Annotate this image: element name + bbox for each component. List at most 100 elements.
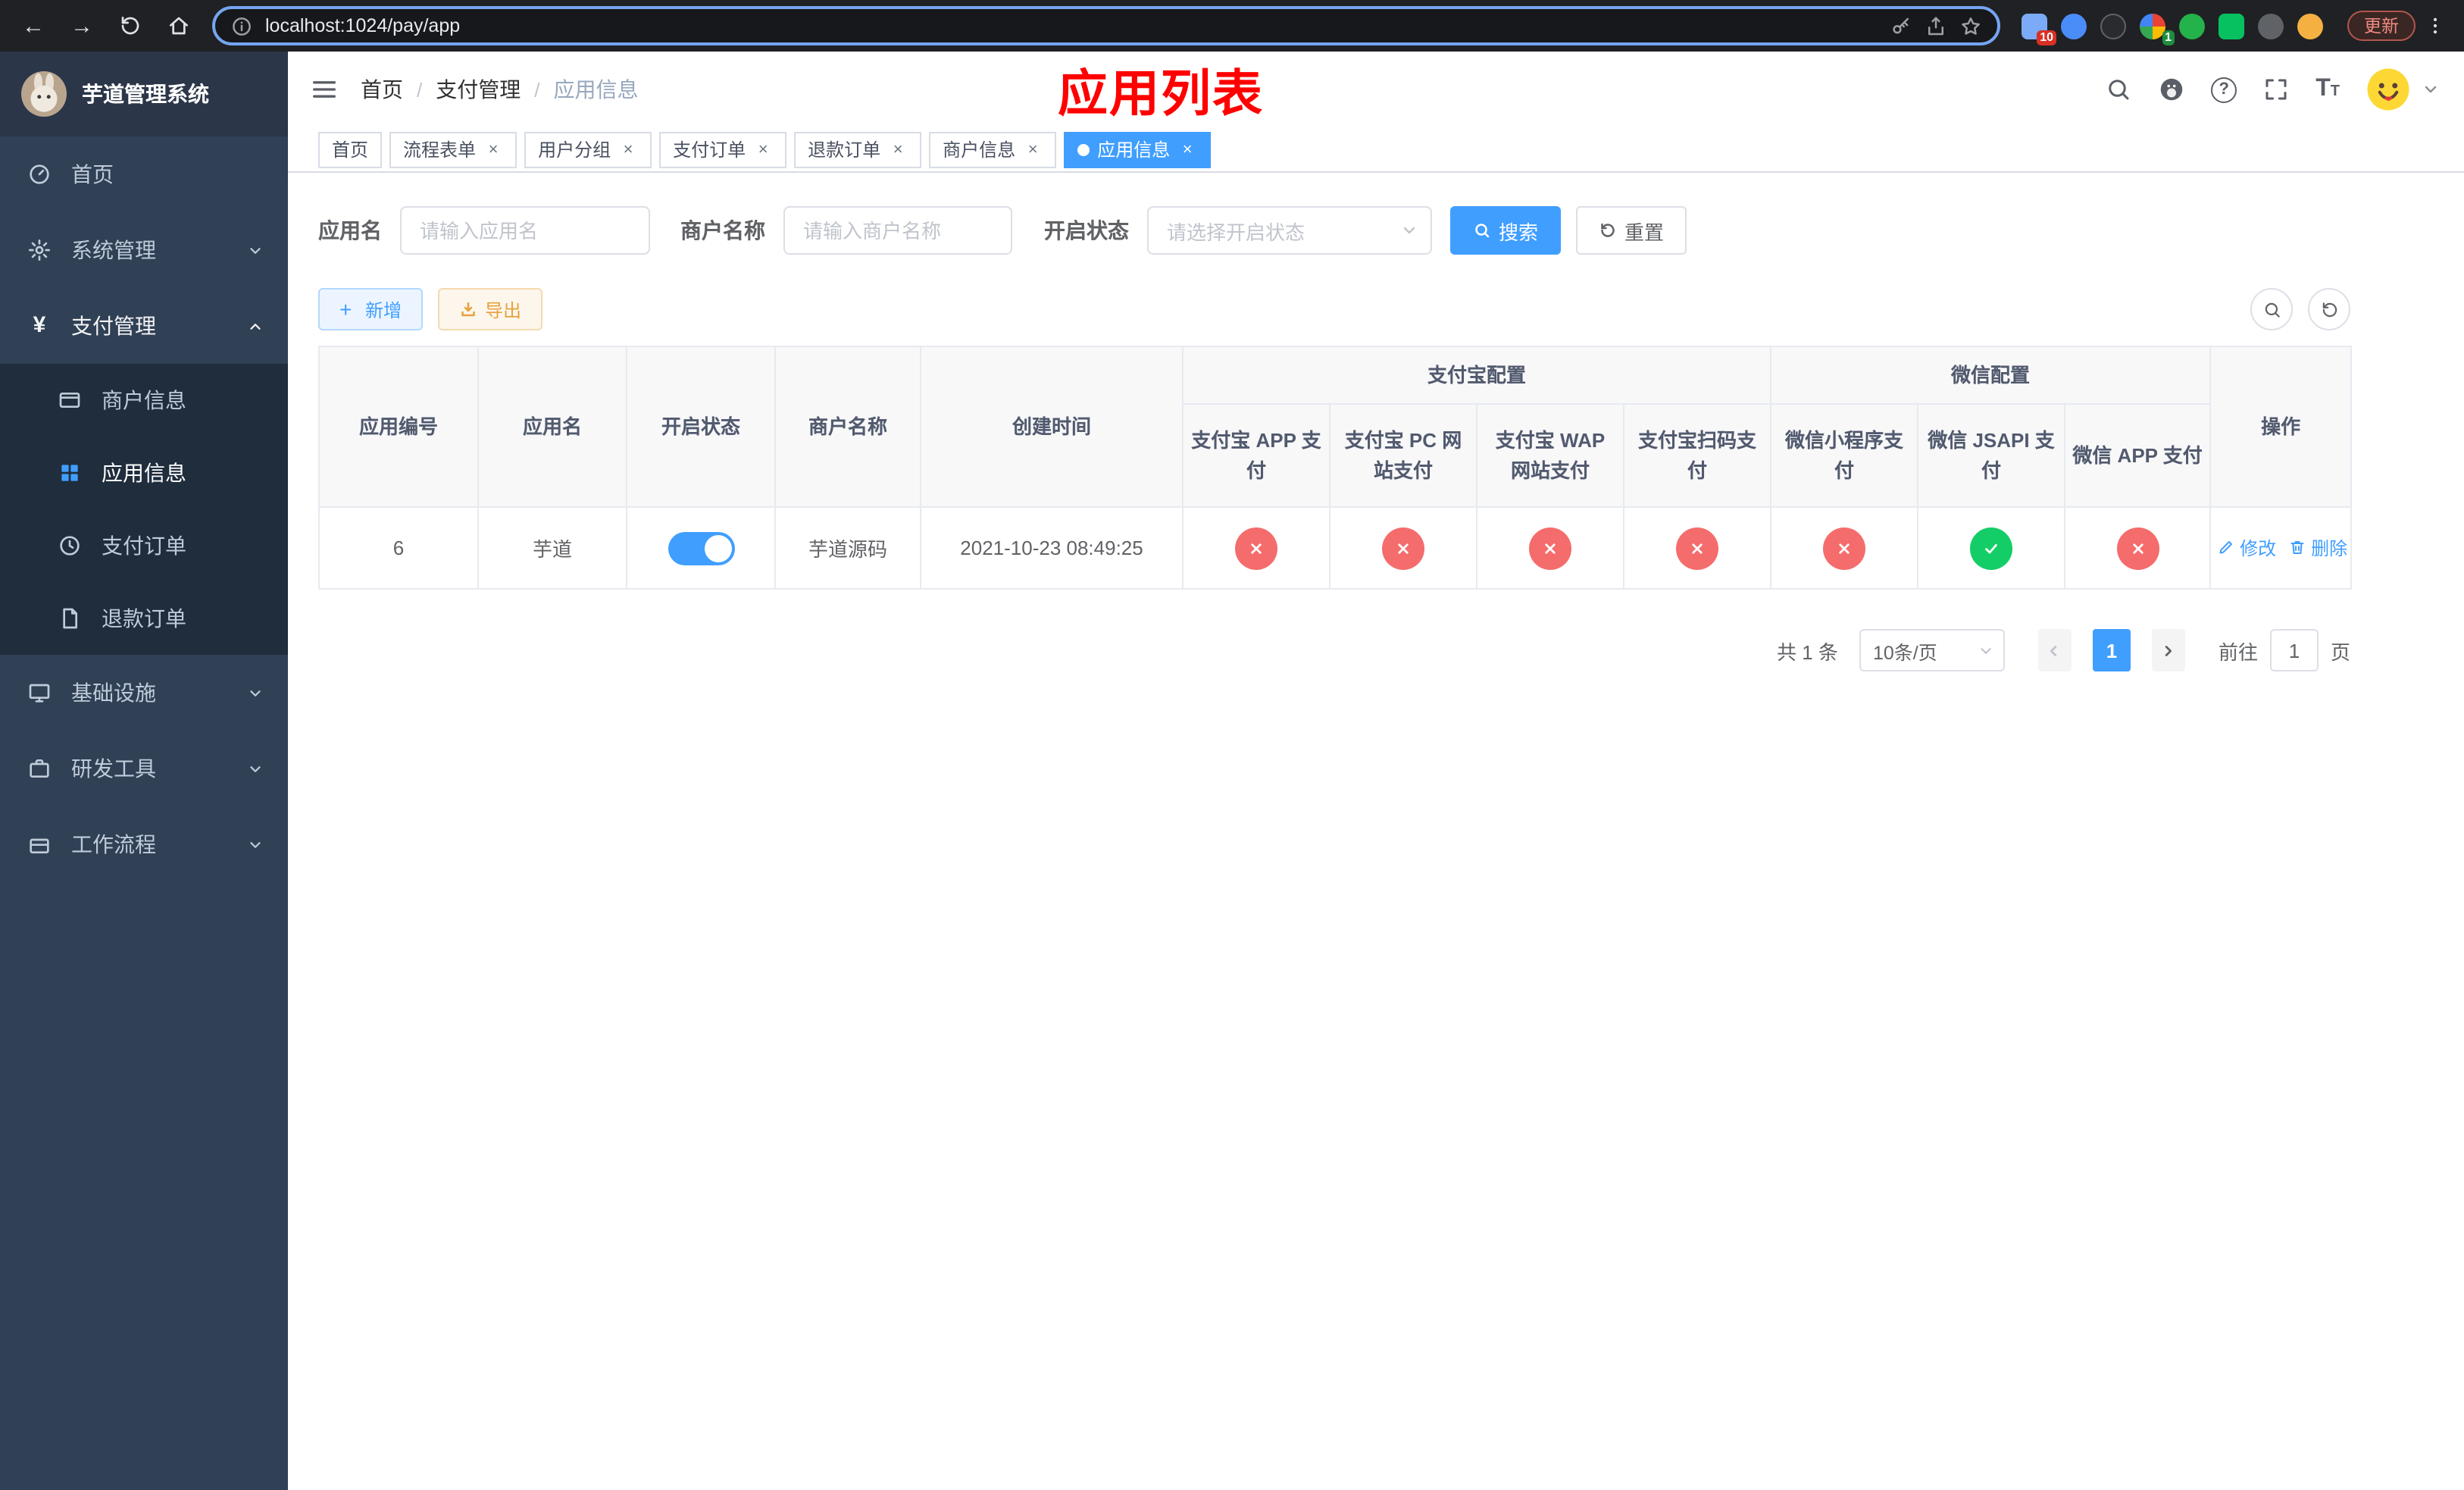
font-size-icon[interactable] [2315,76,2340,103]
extension-icon-7[interactable] [2258,13,2284,39]
sidebar-item-refund-order[interactable]: 退款订单 [0,582,288,655]
sidebar-item-infrastructure[interactable]: 基础设施 [0,655,288,731]
app-table: 应用编号 应用名 开启状态 商户名称 创建时间 支付宝配置 微信配置 操作 支付… [318,346,2353,590]
sidebar-item-label: 商户信息 [102,388,186,412]
tab-label: 退款订单 [808,139,881,161]
extension-icon-3[interactable] [2100,13,2126,39]
merchant-name-input[interactable] [783,206,1012,255]
tab-home[interactable]: 首页 [318,131,383,167]
navbar-actions [2105,67,2440,112]
tab-close-icon[interactable] [753,139,773,159]
edit-button[interactable]: 修改 [2217,535,2276,561]
back-icon[interactable] [15,8,52,44]
reset-button-label: 重置 [1624,221,1665,243]
next-page-button[interactable] [2151,629,2185,671]
sidebar-item-label: 基础设施 [71,681,156,705]
browser-update-button[interactable]: 更新 [2347,11,2416,41]
add-button[interactable]: 新增 [318,288,424,330]
breadcrumb-home[interactable]: 首页 [361,74,403,105]
search-button[interactable]: 搜索 [1450,206,1562,255]
reset-button[interactable]: 重置 [1576,206,1687,255]
table-row: 6 芋道 芋道源码 2021-10-23 08:49:25 修改 删除 [318,506,2353,590]
extension-icon-4[interactable]: 1 [2140,13,2175,45]
password-key-icon[interactable] [1890,14,1912,37]
cell-alipay-qr [1622,506,1772,590]
prev-page-button[interactable] [2037,629,2072,671]
status-select[interactable]: 请选择开启状态 [1147,206,1432,255]
tab-close-icon[interactable] [888,139,908,159]
goto-page-unit: 页 [2330,640,2350,663]
alipay-qr-status-icon [1676,527,1718,569]
tab-process-form[interactable]: 流程表单 [389,131,518,167]
export-button[interactable]: 导出 [438,288,543,330]
search-icon[interactable] [2105,76,2132,103]
sidebar-item-label: 退款订单 [102,606,186,631]
tab-close-icon[interactable] [1177,139,1197,159]
page-size-value: 10条/页 [1872,642,1937,663]
app-name-filter-label: 应用名 [318,218,382,243]
forward-icon[interactable] [64,8,100,44]
extension-icon-2[interactable] [2061,13,2087,39]
tab-payment-order[interactable]: 支付订单 [659,131,787,167]
page-number-button[interactable]: 1 [2092,629,2131,671]
sidebar-item-app-info[interactable]: 应用信息 [0,437,288,509]
sidebar-item-workflow[interactable]: 工作流程 [0,806,288,882]
page-size-select[interactable]: 10条/页 [1859,629,2005,671]
bookmark-star-icon[interactable] [1959,14,1982,37]
sidebar-item-home[interactable]: 首页 [0,136,288,212]
refresh-table-button[interactable] [2308,288,2350,330]
tab-close-icon[interactable] [1023,139,1043,159]
sidebar-item-payment[interactable]: 支付管理 [0,288,288,364]
sidebar-toggle-icon[interactable] [309,74,339,105]
credit-card-icon [58,388,82,412]
sidebar-item-system[interactable]: 系统管理 [0,212,288,288]
github-icon[interactable] [2158,76,2185,103]
cell-wechat-app [2064,506,2212,590]
address-bar[interactable]: localhost:1024/pay/app [212,6,2000,45]
extension-badge: 10 [2037,30,2056,45]
goto-page-label: 前往 [2218,640,2258,663]
share-icon[interactable] [1925,14,1947,37]
tab-refund-order[interactable]: 退款订单 [794,131,922,167]
browser-menu-icon[interactable] [2422,12,2449,39]
tab-close-icon[interactable] [483,139,503,159]
delete-button[interactable]: 删除 [2288,535,2347,561]
home-icon[interactable] [161,8,197,44]
status-filter-label: 开启状态 [1044,218,1129,243]
sidebar-item-payment-order[interactable]: 支付订单 [0,509,288,582]
tab-user-group[interactable]: 用户分组 [524,131,652,167]
tab-merchant-info[interactable]: 商户信息 [929,131,1057,167]
help-icon[interactable] [2211,77,2237,102]
status-toggle[interactable] [668,531,734,565]
tab-close-icon[interactable] [618,139,638,159]
site-info-icon[interactable] [230,14,253,37]
extension-icon-6[interactable] [2219,13,2244,39]
sidebar-item-label: 研发工具 [71,756,156,781]
extension-icon-5[interactable] [2179,13,2205,39]
goto-page-input[interactable] [2269,629,2319,671]
sidebar-item-label: 支付管理 [71,314,156,338]
sidebar-item-dev-tools[interactable]: 研发工具 [0,731,288,806]
page-title: 应用列表 [1058,65,1264,121]
column-header-alipay-app: 支付宝 APP 支付 [1182,403,1330,508]
sidebar-item-merchant-info[interactable]: 商户信息 [0,364,288,437]
toggle-search-button[interactable] [2250,288,2293,330]
cell-wechat-lite [1770,506,1919,590]
add-button-label: 新增 [365,299,402,321]
user-avatar[interactable] [2366,67,2411,112]
tab-app-info[interactable]: 应用信息 [1064,131,1212,167]
url-text: localhost:1024/pay/app [265,15,461,36]
cell-app-id: 6 [318,506,479,590]
browser-toolbar: localhost:1024/pay/app 10 1 更新 [0,0,2464,52]
wechat-app-status-icon [2116,527,2159,569]
search-icon [1473,221,1491,239]
profile-avatar-icon[interactable] [2297,13,2323,39]
fullscreen-icon[interactable] [2262,76,2290,103]
avatar-caret-down-icon[interactable] [2422,80,2440,99]
column-header-status: 开启状态 [626,346,776,508]
breadcrumb-section[interactable]: 支付管理 [436,74,521,105]
extension-icon-1[interactable]: 10 [2022,13,2056,45]
reload-icon[interactable] [112,8,149,44]
app-name-input[interactable] [400,206,650,255]
app-logo[interactable]: 芋道管理系统 [0,52,288,136]
